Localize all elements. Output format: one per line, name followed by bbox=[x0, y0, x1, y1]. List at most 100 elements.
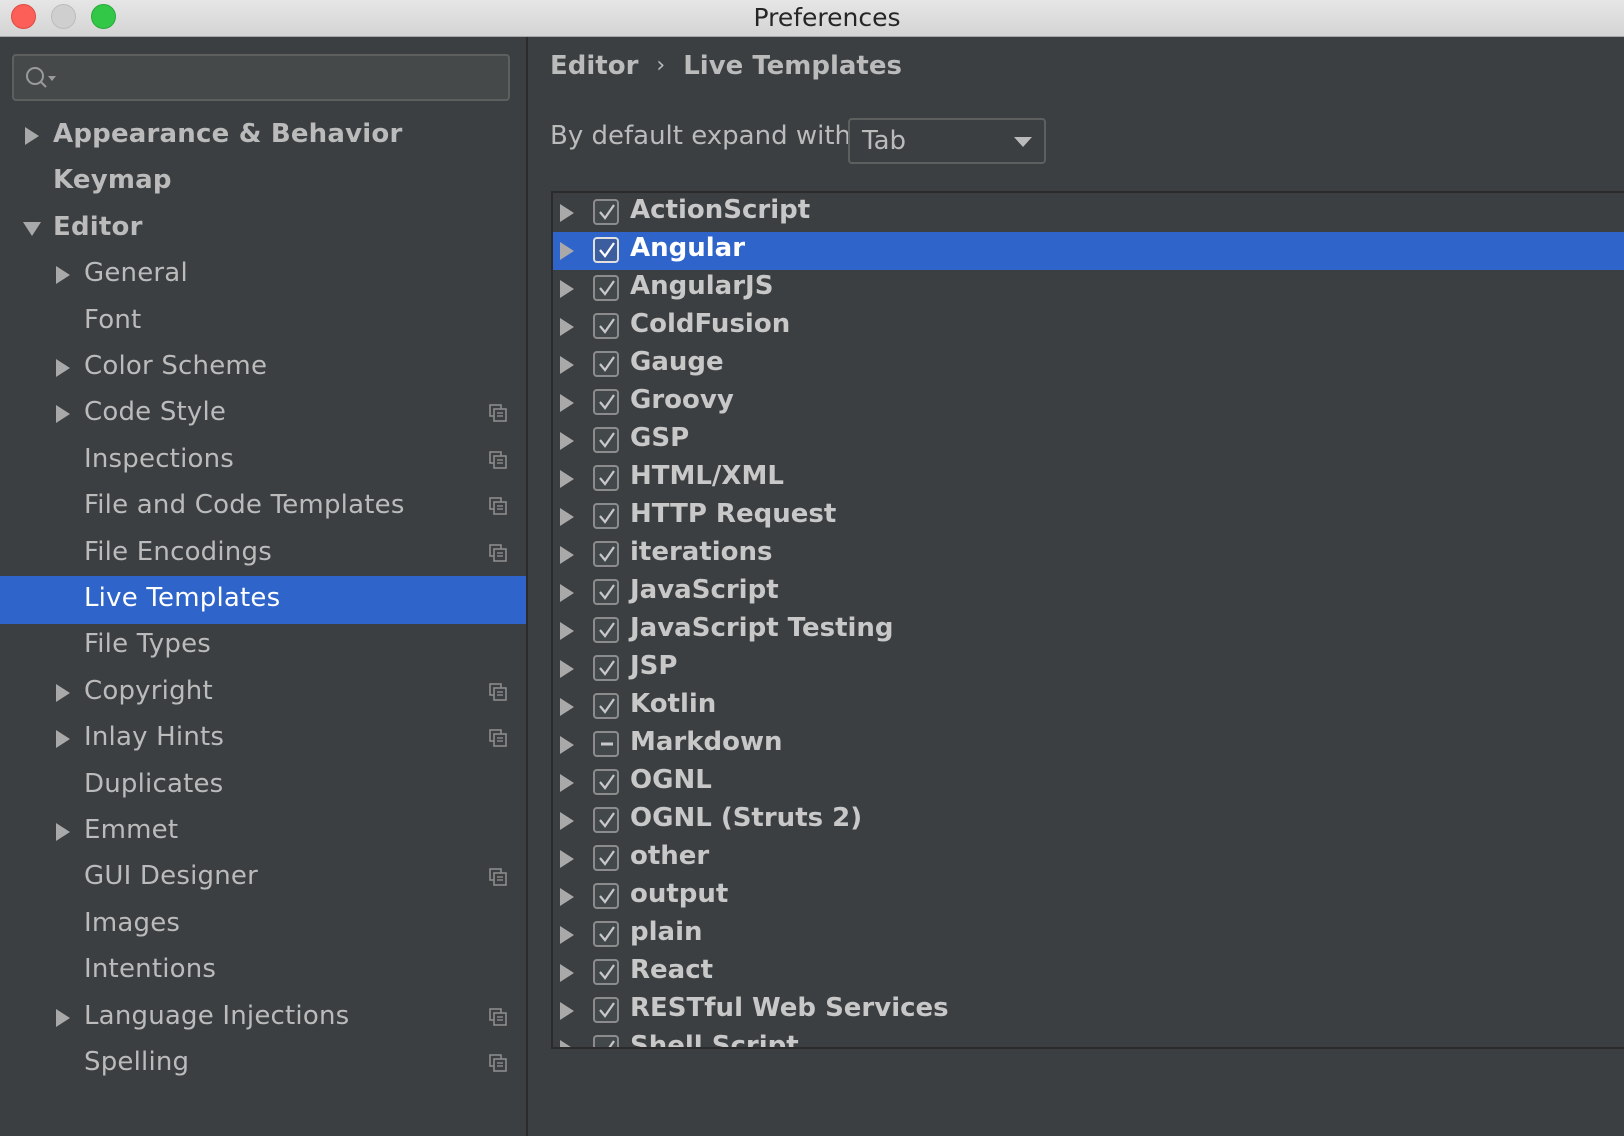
sidebar-item-gui-designer[interactable]: GUI Designer bbox=[0, 854, 526, 902]
expand-arrow-right-icon[interactable] bbox=[560, 660, 574, 678]
sidebar-item-spelling[interactable]: Spelling bbox=[0, 1040, 526, 1088]
checked-checkbox[interactable] bbox=[593, 351, 619, 377]
expand-arrow-right-icon[interactable] bbox=[560, 432, 574, 450]
sidebar-item-code-style[interactable]: Code Style bbox=[0, 390, 526, 438]
expand-arrow-right-icon[interactable] bbox=[560, 356, 574, 374]
expand-arrow-right-icon[interactable] bbox=[560, 280, 574, 298]
template-groups-list[interactable]: ActionScript Angular AngularJS ColdFusion Ga… bbox=[551, 191, 1624, 1049]
expand-arrow-right-icon[interactable] bbox=[560, 812, 574, 830]
sidebar-item-font[interactable]: Font bbox=[0, 298, 526, 346]
sidebar-item-file-and-code-templates[interactable]: File and Code Templates bbox=[0, 483, 526, 531]
sidebar-item-copyright[interactable]: Copyright bbox=[0, 669, 526, 717]
template-group-row[interactable]: Kotlin bbox=[553, 688, 1624, 726]
checked-checkbox[interactable] bbox=[593, 807, 619, 833]
template-group-row[interactable]: React bbox=[553, 954, 1624, 992]
checked-checkbox[interactable] bbox=[593, 199, 619, 225]
expand-arrow-right-icon[interactable] bbox=[560, 1040, 574, 1047]
sidebar-item-file-types[interactable]: File Types bbox=[0, 622, 526, 670]
template-group-row[interactable]: AngularJS bbox=[553, 270, 1624, 308]
checked-checkbox[interactable] bbox=[593, 389, 619, 415]
expand-arrow-right-icon[interactable] bbox=[56, 823, 70, 841]
sidebar-item-color-scheme[interactable]: Color Scheme bbox=[0, 344, 526, 392]
checked-checkbox[interactable] bbox=[593, 921, 619, 947]
checked-checkbox[interactable] bbox=[593, 769, 619, 795]
checked-checkbox[interactable] bbox=[593, 997, 619, 1023]
expand-arrow-right-icon[interactable] bbox=[560, 964, 574, 982]
expand-arrow-down-icon[interactable] bbox=[23, 221, 41, 236]
sidebar-item-duplicates[interactable]: Duplicates bbox=[0, 762, 526, 810]
expand-arrow-right-icon[interactable] bbox=[560, 622, 574, 640]
template-group-row[interactable]: Shell Script bbox=[553, 1030, 1624, 1047]
breadcrumb-parent[interactable]: Editor bbox=[550, 51, 638, 81]
expand-arrow-right-icon[interactable] bbox=[560, 774, 574, 792]
expand-arrow-right-icon[interactable] bbox=[56, 1008, 70, 1027]
checked-checkbox[interactable] bbox=[593, 237, 619, 263]
template-group-row[interactable]: Gauge bbox=[553, 346, 1624, 384]
sidebar-item-intentions[interactable]: Intentions bbox=[0, 947, 526, 995]
sidebar-item-file-encodings[interactable]: File Encodings bbox=[0, 530, 526, 578]
expand-arrow-right-icon[interactable] bbox=[560, 508, 574, 526]
checked-checkbox[interactable] bbox=[593, 617, 619, 643]
expand-arrow-right-icon[interactable] bbox=[560, 470, 574, 488]
template-group-row[interactable]: plain bbox=[553, 916, 1624, 954]
template-group-row[interactable]: output bbox=[553, 878, 1624, 916]
template-group-row[interactable]: RESTful Web Services bbox=[553, 992, 1624, 1030]
template-group-row[interactable]: ActionScript bbox=[553, 194, 1624, 232]
expand-arrow-right-icon[interactable] bbox=[560, 698, 574, 716]
expand-arrow-right-icon[interactable] bbox=[560, 318, 574, 336]
template-group-row[interactable]: ColdFusion bbox=[553, 308, 1624, 346]
expand-arrow-right-icon[interactable] bbox=[560, 546, 574, 564]
expand-arrow-right-icon[interactable] bbox=[56, 266, 70, 285]
expand-arrow-right-icon[interactable] bbox=[560, 736, 574, 754]
sidebar-item-editor[interactable]: Editor bbox=[0, 205, 526, 253]
indeterminate-checkbox[interactable] bbox=[593, 731, 619, 757]
sidebar-item-inspections[interactable]: Inspections bbox=[0, 437, 526, 485]
expand-arrow-right-icon[interactable] bbox=[560, 204, 574, 222]
expand-arrow-right-icon[interactable] bbox=[56, 359, 70, 377]
template-group-row[interactable]: JavaScript Testing bbox=[553, 612, 1624, 650]
template-group-row[interactable]: HTML/XML bbox=[553, 460, 1624, 498]
expand-arrow-right-icon[interactable] bbox=[560, 926, 574, 944]
expand-arrow-right-icon[interactable] bbox=[56, 405, 70, 424]
checked-checkbox[interactable] bbox=[593, 465, 619, 491]
sidebar-item-live-templates[interactable]: Live Templates bbox=[0, 576, 526, 624]
template-group-row[interactable]: OGNL (Struts 2) bbox=[553, 802, 1624, 840]
template-group-row[interactable]: JSP bbox=[553, 650, 1624, 688]
expand-arrow-right-icon[interactable] bbox=[560, 888, 574, 906]
checked-checkbox[interactable] bbox=[593, 655, 619, 681]
template-group-row[interactable]: Markdown bbox=[553, 726, 1624, 764]
checked-checkbox[interactable] bbox=[593, 275, 619, 301]
template-group-row[interactable]: iterations bbox=[553, 536, 1624, 574]
checked-checkbox[interactable] bbox=[593, 883, 619, 909]
expand-arrow-right-icon[interactable] bbox=[560, 1002, 574, 1020]
expand-with-dropdown[interactable]: Tab bbox=[848, 118, 1046, 164]
expand-arrow-right-icon[interactable] bbox=[560, 242, 574, 260]
checked-checkbox[interactable] bbox=[593, 541, 619, 567]
template-group-row[interactable]: Angular bbox=[553, 232, 1624, 270]
expand-arrow-right-icon[interactable] bbox=[25, 127, 39, 145]
expand-arrow-right-icon[interactable] bbox=[560, 850, 574, 868]
template-group-row[interactable]: Groovy bbox=[553, 384, 1624, 422]
checked-checkbox[interactable] bbox=[593, 503, 619, 529]
sidebar-item-general[interactable]: General bbox=[0, 251, 526, 299]
template-group-row[interactable]: HTTP Request bbox=[553, 498, 1624, 536]
expand-arrow-right-icon[interactable] bbox=[560, 584, 574, 602]
sidebar-item-appearance-behavior[interactable]: Appearance & Behavior bbox=[0, 112, 526, 160]
template-group-row[interactable]: other bbox=[553, 840, 1624, 878]
settings-search-input[interactable] bbox=[12, 54, 510, 101]
expand-arrow-right-icon[interactable] bbox=[56, 730, 70, 749]
checked-checkbox[interactable] bbox=[593, 313, 619, 339]
expand-arrow-right-icon[interactable] bbox=[56, 683, 70, 702]
template-group-row[interactable]: OGNL bbox=[553, 764, 1624, 802]
sidebar-item-keymap[interactable]: Keymap bbox=[0, 158, 526, 206]
sidebar-item-inlay-hints[interactable]: Inlay Hints bbox=[0, 715, 526, 763]
template-group-row[interactable]: GSP bbox=[553, 422, 1624, 460]
sidebar-item-emmet[interactable]: Emmet bbox=[0, 808, 526, 856]
checked-checkbox[interactable] bbox=[593, 579, 619, 605]
checked-checkbox[interactable] bbox=[593, 845, 619, 871]
expand-arrow-right-icon[interactable] bbox=[560, 394, 574, 412]
checked-checkbox[interactable] bbox=[593, 1035, 619, 1047]
sidebar-item-language-injections[interactable]: Language Injections bbox=[0, 994, 526, 1042]
checked-checkbox[interactable] bbox=[593, 693, 619, 719]
sidebar-item-images[interactable]: Images bbox=[0, 901, 526, 949]
